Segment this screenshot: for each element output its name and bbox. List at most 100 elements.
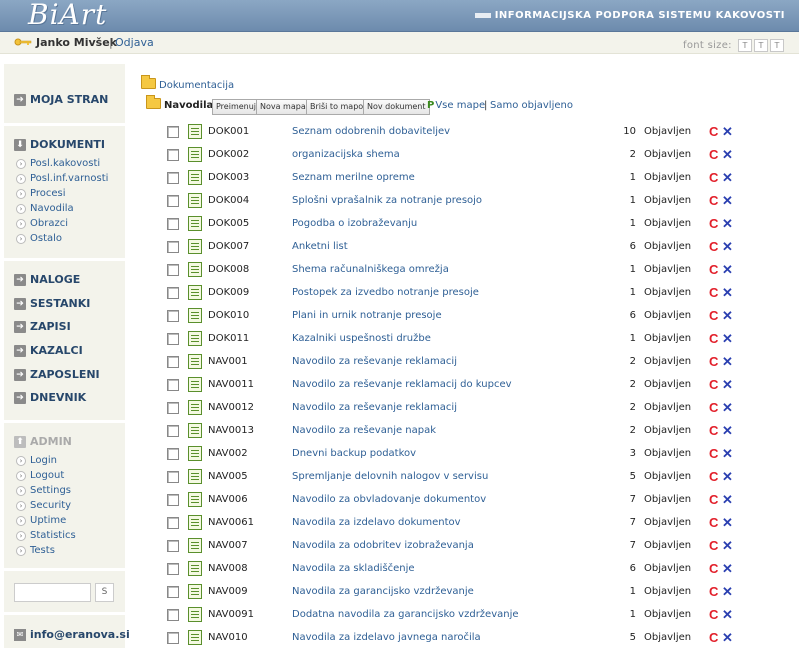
copy-c-icon[interactable]: C <box>709 377 718 392</box>
document-title-link[interactable]: Navodila za skladiščenje <box>292 563 415 574</box>
delete-x-icon[interactable]: ✕ <box>722 492 733 508</box>
select-checkbox[interactable] <box>167 333 179 345</box>
select-checkbox[interactable] <box>167 264 179 276</box>
delete-x-icon[interactable]: ✕ <box>722 423 733 439</box>
document-title-link[interactable]: Navodilo za reševanje reklamacij do kupc… <box>292 379 512 390</box>
logout-link[interactable]: Odjava <box>115 36 154 49</box>
select-checkbox[interactable] <box>167 241 179 253</box>
select-checkbox[interactable] <box>167 563 179 575</box>
copy-c-icon[interactable]: C <box>709 538 718 553</box>
delete-x-icon[interactable]: ✕ <box>722 193 733 209</box>
select-checkbox[interactable] <box>167 218 179 230</box>
document-title-link[interactable]: Dodatna navodila za garancijsko vzdrževa… <box>292 609 519 620</box>
breadcrumb-dokumentacija[interactable]: Dokumentacija <box>159 80 234 91</box>
document-title-link[interactable]: Seznam odobrenih dobaviteljev <box>292 126 450 137</box>
font-size-medium-button[interactable]: T <box>754 39 768 52</box>
delete-x-icon[interactable]: ✕ <box>722 124 733 140</box>
copy-c-icon[interactable]: C <box>709 262 718 277</box>
delete-x-icon[interactable]: ✕ <box>722 331 733 347</box>
select-checkbox[interactable] <box>167 402 179 414</box>
document-title-link[interactable]: Navodilo za obvladovanje dokumentov <box>292 494 486 505</box>
copy-c-icon[interactable]: C <box>709 124 718 139</box>
delete-x-icon[interactable]: ✕ <box>722 538 733 554</box>
document-title-link[interactable]: Anketni list <box>292 241 348 252</box>
delete-x-icon[interactable]: ✕ <box>722 607 733 623</box>
delete-x-icon[interactable]: ✕ <box>722 469 733 485</box>
document-title-link[interactable]: Navodila za izdelavo dokumentov <box>292 517 461 528</box>
document-title-link[interactable]: Splošni vprašalnik za notranje presojo <box>292 195 482 206</box>
document-title-link[interactable]: Navodilo za reševanje reklamacij <box>292 356 457 367</box>
select-checkbox[interactable] <box>167 149 179 161</box>
select-checkbox[interactable] <box>167 425 179 437</box>
delete-x-icon[interactable]: ✕ <box>722 400 733 416</box>
select-checkbox[interactable] <box>167 471 179 483</box>
select-checkbox[interactable] <box>167 356 179 368</box>
copy-c-icon[interactable]: C <box>709 584 718 599</box>
delete-x-icon[interactable]: ✕ <box>722 630 733 646</box>
document-title-link[interactable]: Postopek za izvedbo notranje presoje <box>292 287 479 298</box>
copy-c-icon[interactable]: C <box>709 607 718 622</box>
delete-x-icon[interactable]: ✕ <box>722 584 733 600</box>
delete-x-icon[interactable]: ✕ <box>722 170 733 186</box>
document-title-link[interactable]: Navodilo za reševanje napak <box>292 425 436 436</box>
copy-c-icon[interactable]: C <box>709 308 718 323</box>
app-logo[interactable]: BiArt <box>28 0 107 31</box>
document-title-link[interactable]: Pogodba o izobraževanju <box>292 218 417 229</box>
copy-c-icon[interactable]: C <box>709 285 718 300</box>
published-only-link[interactable]: Samo objavljeno <box>490 100 573 111</box>
document-title-link[interactable]: Kazalniki uspešnosti družbe <box>292 333 431 344</box>
select-checkbox[interactable] <box>167 287 179 299</box>
select-checkbox[interactable] <box>167 172 179 184</box>
new-folder-button[interactable]: Nova mapa <box>256 99 310 115</box>
delete-x-icon[interactable]: ✕ <box>722 377 733 393</box>
document-title-link[interactable]: Shema računalniškega omrežja <box>292 264 449 275</box>
copy-c-icon[interactable]: C <box>709 193 718 208</box>
font-size-large-button[interactable]: T <box>770 39 784 52</box>
select-checkbox[interactable] <box>167 517 179 529</box>
document-title-link[interactable]: Spremljanje delovnih nalogov v servisu <box>292 471 488 482</box>
copy-c-icon[interactable]: C <box>709 515 718 530</box>
delete-x-icon[interactable]: ✕ <box>722 354 733 370</box>
select-checkbox[interactable] <box>167 494 179 506</box>
document-title-link[interactable]: Navodila za izdelavo javnega naročila <box>292 632 481 643</box>
copy-c-icon[interactable]: C <box>709 354 718 369</box>
document-title-link[interactable]: organizacijska shema <box>292 149 400 160</box>
document-title-link[interactable]: Plani in urnik notranje presoje <box>292 310 442 321</box>
select-checkbox[interactable] <box>167 448 179 460</box>
nav-moja-stran[interactable]: ➔ MOJA STRAN <box>14 93 108 106</box>
copy-c-icon[interactable]: C <box>709 239 718 254</box>
copy-c-icon[interactable]: C <box>709 400 718 415</box>
delete-x-icon[interactable]: ✕ <box>722 446 733 462</box>
copy-c-icon[interactable]: C <box>709 216 718 231</box>
document-title-link[interactable]: Navodila za garancijsko vzdrževanje <box>292 586 474 597</box>
delete-x-icon[interactable]: ✕ <box>722 515 733 531</box>
delete-x-icon[interactable]: ✕ <box>722 285 733 301</box>
delete-x-icon[interactable]: ✕ <box>722 262 733 278</box>
select-checkbox[interactable] <box>167 540 179 552</box>
select-checkbox[interactable] <box>167 609 179 621</box>
document-title-link[interactable]: Navodila za odobritev izobraževanja <box>292 540 474 551</box>
copy-c-icon[interactable]: C <box>709 331 718 346</box>
select-checkbox[interactable] <box>167 310 179 322</box>
document-title-link[interactable]: Seznam merilne opreme <box>292 172 415 183</box>
copy-c-icon[interactable]: C <box>709 469 718 484</box>
copy-c-icon[interactable]: C <box>709 492 718 507</box>
select-checkbox[interactable] <box>167 195 179 207</box>
copy-c-icon[interactable]: C <box>709 423 718 438</box>
delete-x-icon[interactable]: ✕ <box>722 239 733 255</box>
delete-folder-button[interactable]: Briši to mapo <box>306 99 368 115</box>
delete-x-icon[interactable]: ✕ <box>722 216 733 232</box>
select-checkbox[interactable] <box>167 379 179 391</box>
copy-c-icon[interactable]: C <box>709 561 718 576</box>
delete-x-icon[interactable]: ✕ <box>722 147 733 163</box>
copy-c-icon[interactable]: C <box>709 147 718 162</box>
new-document-button[interactable]: Nov dokument <box>363 99 430 115</box>
copy-c-icon[interactable]: C <box>709 630 718 645</box>
select-checkbox[interactable] <box>167 632 179 644</box>
copy-c-icon[interactable]: C <box>709 446 718 461</box>
rename-button[interactable]: Preimenuj <box>212 99 261 115</box>
copy-c-icon[interactable]: C <box>709 170 718 185</box>
select-checkbox[interactable] <box>167 126 179 138</box>
document-title-link[interactable]: Navodilo za reševanje reklamacij <box>292 402 457 413</box>
select-checkbox[interactable] <box>167 586 179 598</box>
